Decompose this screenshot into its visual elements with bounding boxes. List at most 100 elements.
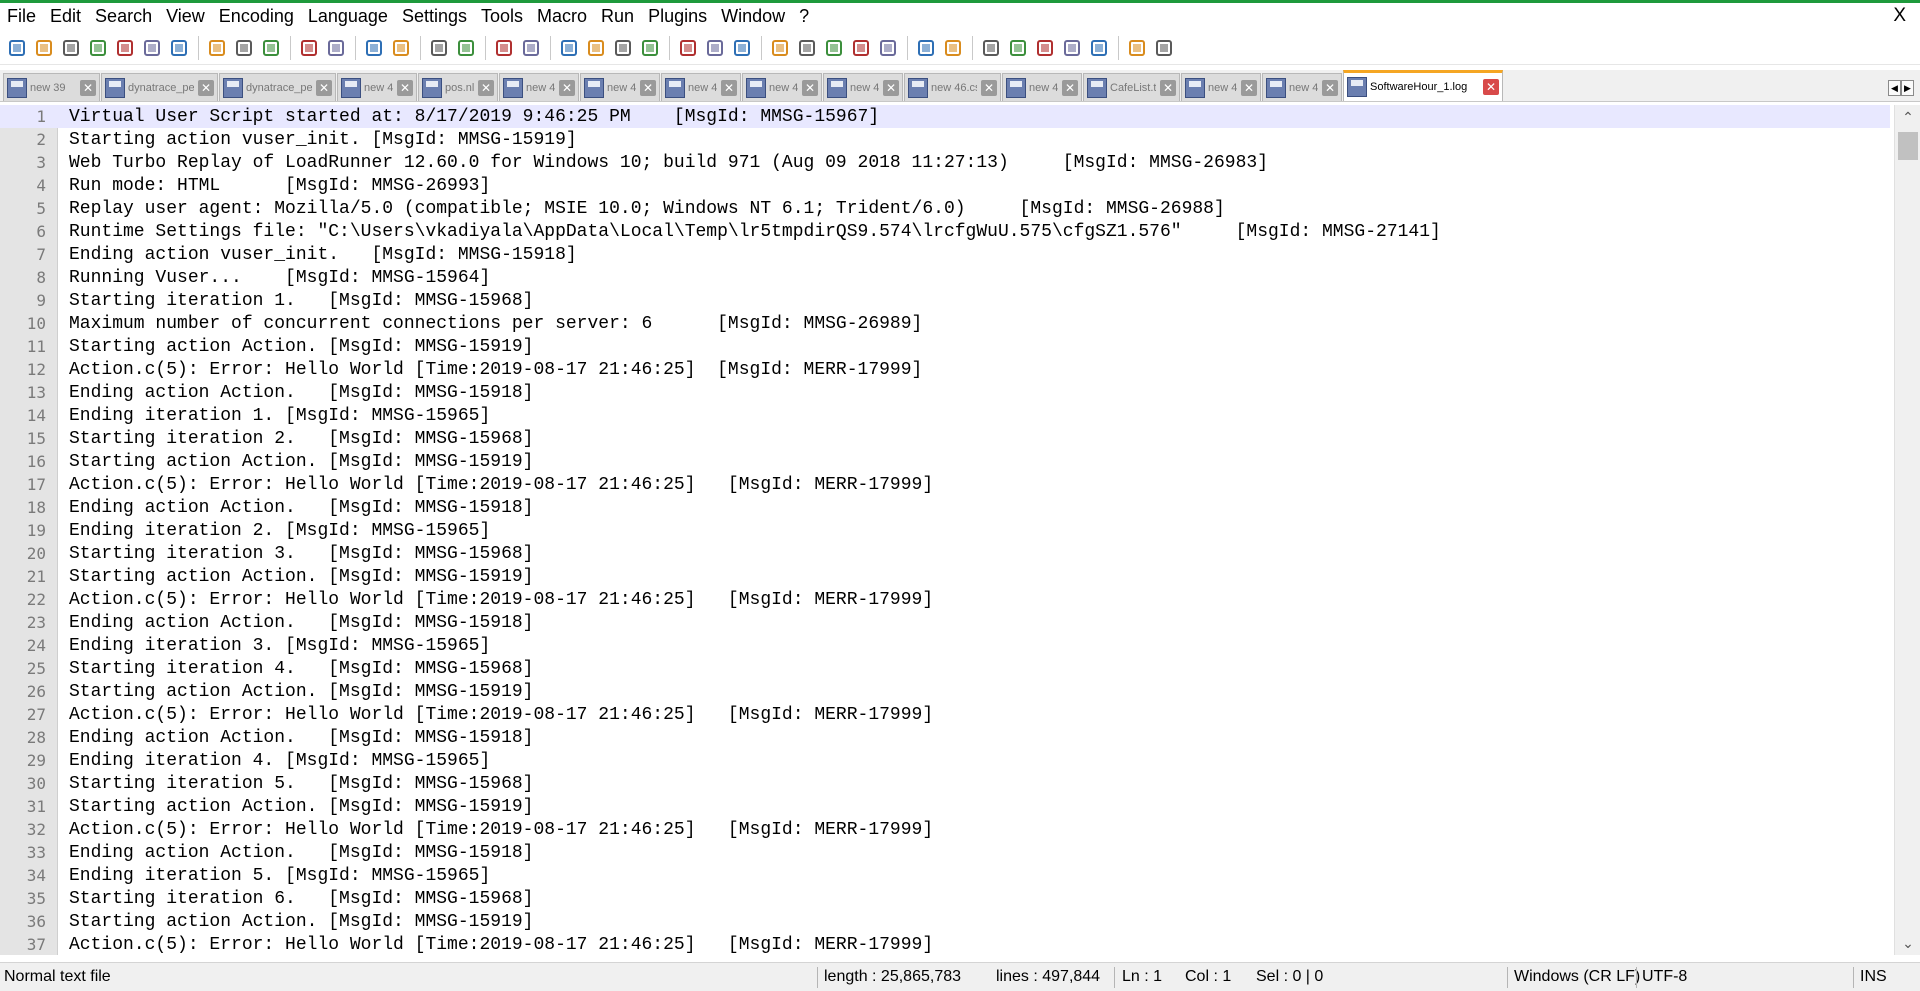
tab-close-icon[interactable]: ✕ [397, 79, 413, 96]
menu-file[interactable]: File [0, 3, 43, 29]
scroll-thumb[interactable] [1898, 132, 1918, 160]
menu-encoding[interactable]: Encoding [212, 3, 301, 29]
plugin-c-icon[interactable] [978, 35, 1004, 61]
tab-new-48[interactable]: new 48 ✕ [1262, 73, 1342, 101]
tab-scroll-right-button[interactable]: ▶ [1901, 80, 1914, 96]
plugin-d-icon[interactable] [1005, 35, 1031, 61]
tab-close-icon[interactable]: ✕ [640, 79, 656, 96]
close-all-icon[interactable] [139, 35, 165, 61]
plugin-up-icon[interactable] [1032, 35, 1058, 61]
tab-pos-nlb[interactable]: pos.nlb ✕ [418, 73, 498, 101]
sync-horizontal-icon[interactable] [518, 35, 544, 61]
menu-edit[interactable]: Edit [43, 3, 88, 29]
editor-line[interactable]: 5 Replay user agent: Mozilla/5.0 (compati… [0, 197, 1890, 220]
save-icon[interactable] [58, 35, 84, 61]
new-file-icon[interactable] [4, 35, 30, 61]
tab-new-46[interactable]: new 46 ✕ [1002, 73, 1082, 101]
editor-line[interactable]: 21 Starting action Action. [MsgId: MMSG-1… [0, 565, 1890, 588]
menu-language[interactable]: Language [301, 3, 395, 29]
tab-new-47[interactable]: new 47 ✕ [1181, 73, 1261, 101]
editor-line[interactable]: 35 Starting iteration 6. [MsgId: MMSG-159… [0, 887, 1890, 910]
editor-line[interactable]: 4 Run mode: HTML [MsgId: MMSG-26993] [0, 174, 1890, 197]
editor-line[interactable]: 32 Action.c(5): Error: Hello World [Time:… [0, 818, 1890, 841]
tab-close-icon[interactable]: ✕ [981, 79, 997, 96]
tab-close-icon[interactable]: ✕ [883, 79, 899, 96]
paste-icon[interactable] [258, 35, 284, 61]
close-icon[interactable] [112, 35, 138, 61]
editor-line[interactable]: 36 Starting action Action. [MsgId: MMSG-1… [0, 910, 1890, 933]
copy-icon[interactable] [231, 35, 257, 61]
spellcheck-icon[interactable] [1151, 35, 1177, 61]
undo-icon[interactable] [296, 35, 322, 61]
editor-line[interactable]: 27 Action.c(5): Error: Hello World [Time:… [0, 703, 1890, 726]
menu-tools[interactable]: Tools [474, 3, 530, 29]
editor-line[interactable]: 25 Starting iteration 4. [MsgId: MMSG-159… [0, 657, 1890, 680]
editor-line[interactable]: 13 Ending action Action. [MsgId: MMSG-159… [0, 381, 1890, 404]
menu-settings[interactable]: Settings [395, 3, 474, 29]
editor-line[interactable]: 8 Running Vuser... [MsgId: MMSG-15964] [0, 266, 1890, 289]
sync-vertical-icon[interactable] [491, 35, 517, 61]
tab-new-43[interactable]: new 43 ✕ [580, 73, 660, 101]
editor-line[interactable]: 23 Ending action Action. [MsgId: MMSG-159… [0, 611, 1890, 634]
editor-line[interactable]: 37 Action.c(5): Error: Hello World [Time:… [0, 933, 1890, 955]
editor-line[interactable]: 10 Maximum number of concurrent connectio… [0, 312, 1890, 335]
redo-icon[interactable] [323, 35, 349, 61]
tab-softwarehour-1-log[interactable]: SoftwareHour_1.log ✕ [1343, 70, 1503, 101]
editor-line[interactable]: 28 Ending action Action. [MsgId: MMSG-159… [0, 726, 1890, 749]
tab-new-46-csv[interactable]: new 46.csv ✕ [904, 73, 1001, 101]
editor-line[interactable]: 30 Starting iteration 5. [MsgId: MMSG-159… [0, 772, 1890, 795]
menu-window[interactable]: Window [714, 3, 792, 29]
editor-line[interactable]: 26 Starting action Action. [MsgId: MMSG-1… [0, 680, 1890, 703]
editor-line[interactable]: 20 Starting iteration 3. [MsgId: MMSG-159… [0, 542, 1890, 565]
tab-close-icon[interactable]: ✕ [721, 79, 737, 96]
tab-cafelist-txt[interactable]: CafeList.txt ✕ [1083, 73, 1180, 101]
tab-new-45[interactable]: new 45 ✕ [742, 73, 822, 101]
plugin-f-icon[interactable] [1124, 35, 1150, 61]
tab-close-icon[interactable]: ✕ [478, 79, 494, 96]
editor-line[interactable]: 17 Action.c(5): Error: Hello World [Time:… [0, 473, 1890, 496]
plugin-a-icon[interactable] [913, 35, 939, 61]
find-icon[interactable] [361, 35, 387, 61]
tab-close-icon[interactable]: ✕ [1483, 79, 1499, 95]
stop-macro-icon[interactable] [794, 35, 820, 61]
menu-macro[interactable]: Macro [530, 3, 594, 29]
tab-new-40[interactable]: new 40 ✕ [337, 73, 417, 101]
plugin-down-icon[interactable] [1059, 35, 1085, 61]
menu-view[interactable]: View [159, 3, 212, 29]
open-file-icon[interactable] [31, 35, 57, 61]
doc-map-icon[interactable] [637, 35, 663, 61]
tab-close-icon[interactable]: ✕ [316, 79, 332, 96]
editor-line[interactable]: 1 Virtual User Script started at: 8/17/20… [0, 105, 1890, 128]
tab-new-44[interactable]: new 44 ✕ [661, 73, 741, 101]
tab-close-icon[interactable]: ✕ [559, 79, 575, 96]
run-macro-multiple-icon[interactable] [848, 35, 874, 61]
editor-line[interactable]: 33 Ending action Action. [MsgId: MMSG-159… [0, 841, 1890, 864]
tab-new-41[interactable]: new 41 ✕ [499, 73, 579, 101]
play-macro-icon[interactable] [821, 35, 847, 61]
tab-close-icon[interactable]: ✕ [1322, 79, 1338, 96]
cut-icon[interactable] [204, 35, 230, 61]
editor-line[interactable]: 34 Ending iteration 5. [MsgId: MMSG-15965… [0, 864, 1890, 887]
plugin-b-icon[interactable] [940, 35, 966, 61]
tab-new-42[interactable]: new 42 ✕ [823, 73, 903, 101]
save-all-icon[interactable] [85, 35, 111, 61]
tab-close-icon[interactable]: ✕ [1241, 79, 1257, 96]
tab-close-icon[interactable]: ✕ [802, 79, 818, 96]
editor-line[interactable]: 12 Action.c(5): Error: Hello World [Time:… [0, 358, 1890, 381]
menu-search[interactable]: Search [88, 3, 159, 29]
tab-close-icon[interactable]: ✕ [1062, 79, 1078, 96]
tab-dynatrace-perfsig-json[interactable]: dynatrace_perfsig.json ✕ [219, 73, 336, 101]
print-icon[interactable] [166, 35, 192, 61]
editor-line[interactable]: 19 Ending iteration 2. [MsgId: MMSG-15965… [0, 519, 1890, 542]
word-wrap-icon[interactable] [556, 35, 582, 61]
editor-line[interactable]: 15 Starting iteration 2. [MsgId: MMSG-159… [0, 427, 1890, 450]
zoom-out-icon[interactable] [453, 35, 479, 61]
editor-line[interactable]: 2 Starting action vuser_init. [MsgId: MMS… [0, 128, 1890, 151]
close-document-button[interactable]: X [1893, 3, 1906, 29]
show-all-chars-icon[interactable] [583, 35, 609, 61]
editor-line[interactable]: 14 Ending iteration 1. [MsgId: MMSG-15965… [0, 404, 1890, 427]
scroll-up-button[interactable]: ⌃ [1895, 105, 1920, 129]
folder-workspace-icon[interactable] [702, 35, 728, 61]
vertical-scrollbar[interactable]: ⌃ ⌄ [1894, 105, 1920, 955]
save-macro-icon[interactable] [875, 35, 901, 61]
